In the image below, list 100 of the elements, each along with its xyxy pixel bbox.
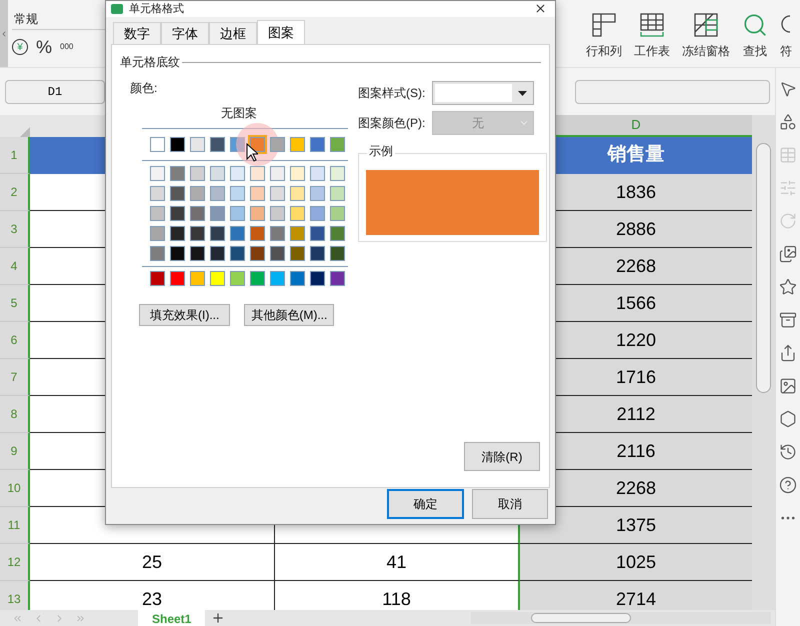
color-swatch[interactable]	[230, 226, 245, 241]
color-swatch[interactable]	[230, 186, 245, 201]
color-swatch[interactable]	[150, 226, 165, 241]
formula-bar[interactable]	[575, 80, 770, 104]
color-swatch[interactable]	[170, 271, 185, 286]
pointer-icon[interactable]	[779, 80, 797, 98]
color-swatch[interactable]	[290, 246, 305, 261]
color-swatch[interactable]	[170, 137, 185, 152]
no-pattern-option[interactable]: 无图案	[221, 104, 257, 122]
ok-button[interactable]: 确定	[387, 489, 464, 519]
archive-icon[interactable]	[779, 311, 797, 329]
color-swatch[interactable]	[170, 186, 185, 201]
color-swatch[interactable]	[190, 186, 205, 201]
color-swatch[interactable]	[290, 186, 305, 201]
color-swatch[interactable]	[230, 206, 245, 221]
color-swatch[interactable]	[330, 206, 345, 221]
first-sheet-icon[interactable]	[12, 612, 23, 624]
color-swatch[interactable]	[330, 137, 345, 152]
color-swatch[interactable]	[310, 137, 325, 152]
thousands-button[interactable]: 000	[60, 43, 74, 51]
color-swatch[interactable]	[150, 206, 165, 221]
help-icon[interactable]	[779, 476, 797, 494]
color-swatch[interactable]	[270, 137, 285, 152]
color-swatch[interactable]	[170, 166, 185, 181]
color-swatch[interactable]	[250, 206, 265, 221]
color-swatch[interactable]	[270, 271, 285, 286]
color-swatch[interactable]	[210, 226, 225, 241]
color-swatch[interactable]	[150, 246, 165, 261]
color-swatch[interactable]	[270, 166, 285, 181]
vertical-scrollbar[interactable]	[752, 115, 775, 610]
color-swatch[interactable]	[150, 137, 165, 152]
color-swatch[interactable]	[190, 137, 205, 152]
color-swatch[interactable]	[190, 271, 205, 286]
close-icon[interactable]	[534, 2, 547, 15]
color-swatch[interactable]	[250, 246, 265, 261]
color-swatch[interactable]	[270, 186, 285, 201]
color-swatch[interactable]	[230, 246, 245, 261]
fill-effects-button[interactable]: 填充效果(I)...	[139, 304, 230, 326]
color-swatch[interactable]	[210, 246, 225, 261]
color-swatch[interactable]	[310, 246, 325, 261]
color-swatch[interactable]	[230, 137, 245, 152]
add-sheet-icon[interactable]	[211, 611, 226, 625]
image-icon[interactable]	[779, 377, 797, 395]
color-swatch[interactable]	[310, 271, 325, 286]
ribbon-button-label[interactable]: 工作表	[634, 42, 670, 60]
cancel-button[interactable]: 取消	[472, 489, 548, 519]
color-swatch[interactable]	[190, 166, 205, 181]
color-swatch[interactable]	[150, 271, 165, 286]
color-swatch[interactable]	[330, 186, 345, 201]
color-swatch[interactable]	[210, 186, 225, 201]
color-swatch[interactable]	[210, 166, 225, 181]
color-swatch[interactable]	[330, 246, 345, 261]
color-swatch[interactable]	[310, 166, 325, 181]
dialog-tab[interactable]: 图案	[257, 20, 305, 45]
color-swatch[interactable]	[290, 271, 305, 286]
color-swatch[interactable]	[330, 166, 345, 181]
shapes-icon[interactable]	[779, 113, 797, 131]
horizontal-scrollbar[interactable]	[471, 612, 771, 624]
ribbon-button-label[interactable]: 冻结窗格	[682, 42, 730, 60]
color-swatch[interactable]	[270, 226, 285, 241]
color-swatch[interactable]	[330, 271, 345, 286]
clear-button[interactable]: 清除(R)	[464, 442, 540, 471]
color-swatch[interactable]	[270, 246, 285, 261]
color-swatch[interactable]	[190, 226, 205, 241]
color-swatch[interactable]	[250, 186, 265, 201]
more-colors-button[interactable]: 其他颜色(M)...	[244, 304, 334, 326]
pattern-style-dropdown[interactable]	[432, 81, 534, 105]
color-swatch[interactable]	[310, 226, 325, 241]
color-swatch[interactable]	[230, 166, 245, 181]
color-swatch[interactable]	[310, 186, 325, 201]
color-swatch[interactable]	[290, 166, 305, 181]
color-swatch[interactable]	[250, 226, 265, 241]
last-sheet-icon[interactable]	[75, 612, 86, 624]
color-swatch[interactable]	[250, 271, 265, 286]
color-swatch[interactable]	[170, 206, 185, 221]
color-swatch[interactable]	[150, 166, 165, 181]
color-swatch[interactable]	[290, 226, 305, 241]
color-swatch[interactable]	[250, 137, 265, 152]
color-swatch[interactable]	[330, 226, 345, 241]
dialog-tab[interactable]: 边框	[209, 22, 257, 44]
hexagon-icon[interactable]	[779, 410, 797, 428]
color-swatch[interactable]	[210, 137, 225, 152]
share-icon[interactable]	[779, 344, 797, 362]
color-swatch[interactable]	[170, 226, 185, 241]
percent-button[interactable]: %	[36, 38, 52, 56]
star-icon[interactable]	[779, 278, 797, 296]
history-icon[interactable]	[779, 443, 797, 461]
dialog-tab[interactable]: 字体	[161, 22, 209, 44]
color-swatch[interactable]	[270, 206, 285, 221]
color-swatch[interactable]	[290, 206, 305, 221]
color-swatch[interactable]	[210, 206, 225, 221]
name-box[interactable]: D1	[5, 80, 105, 104]
color-swatch[interactable]	[310, 206, 325, 221]
scroll-left-icon[interactable]	[0, 30, 8, 38]
color-swatch[interactable]	[190, 206, 205, 221]
color-swatch[interactable]	[190, 246, 205, 261]
ribbon-button-label[interactable]: 行和列	[586, 42, 622, 60]
images-icon[interactable]	[779, 245, 797, 263]
ribbon-button-label[interactable]: 符	[780, 42, 792, 60]
color-swatch[interactable]	[210, 271, 225, 286]
